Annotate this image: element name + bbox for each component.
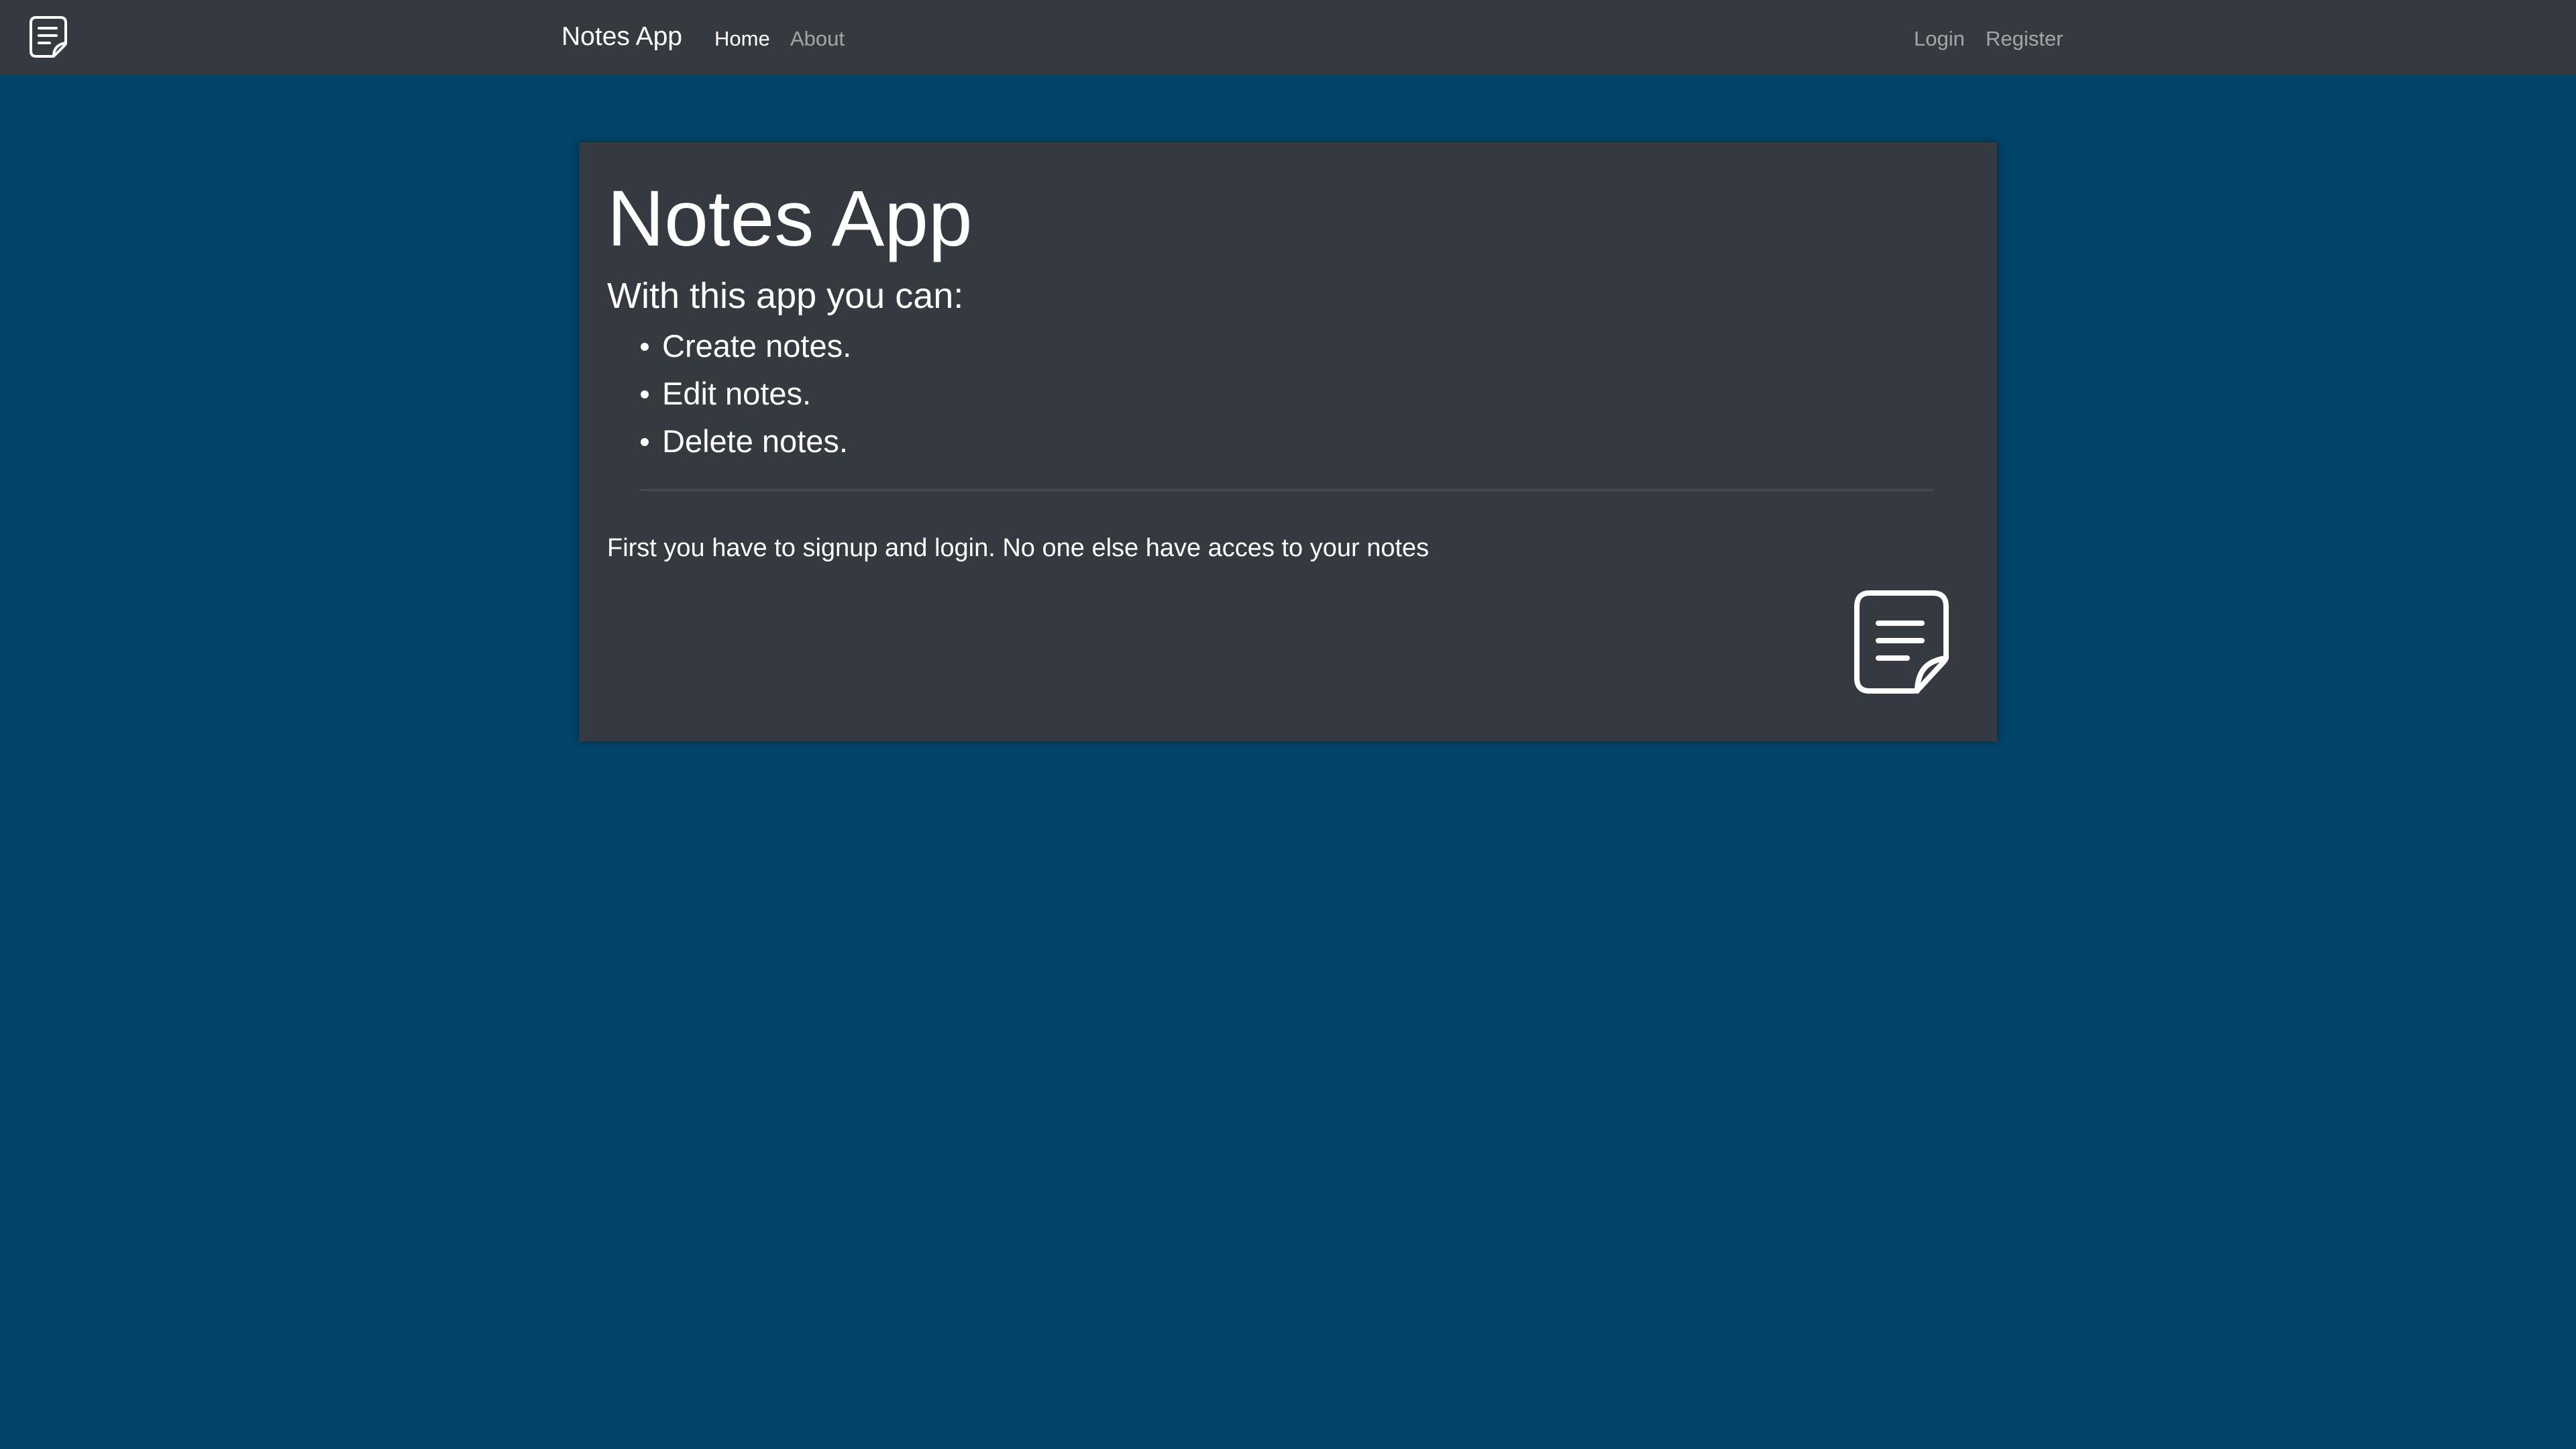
feature-item-edit: Edit notes. <box>607 370 851 417</box>
page-subtitle: With this app you can: <box>607 276 964 316</box>
info-text: First you have to signup and login. No o… <box>607 534 1430 562</box>
nav-link-home[interactable]: Home <box>714 25 770 52</box>
feature-item-delete: Delete notes. <box>607 417 851 465</box>
bullet-icon <box>641 438 649 446</box>
feature-label: Create notes. <box>662 328 852 364</box>
jumbotron-card: Notes App With this app you can: Create … <box>579 142 1997 741</box>
note-icon <box>1854 590 1949 694</box>
navbar: Notes App Home About Login Register <box>0 0 2576 75</box>
feature-list: Create notes. Edit notes. Delete notes. <box>607 322 851 465</box>
page-title: Notes App <box>607 174 973 263</box>
nav-link-about[interactable]: About <box>790 25 845 52</box>
navbar-brand[interactable]: Notes App <box>561 20 682 54</box>
bullet-icon <box>641 343 649 351</box>
feature-label: Delete notes. <box>662 423 848 459</box>
feature-label: Edit notes. <box>662 376 812 411</box>
divider <box>639 489 1934 491</box>
bullet-icon <box>641 390 649 398</box>
nav-link-login[interactable]: Login <box>1914 25 1965 52</box>
note-icon[interactable] <box>28 15 68 59</box>
feature-item-create: Create notes. <box>607 322 851 370</box>
nav-link-register[interactable]: Register <box>1986 25 2063 52</box>
